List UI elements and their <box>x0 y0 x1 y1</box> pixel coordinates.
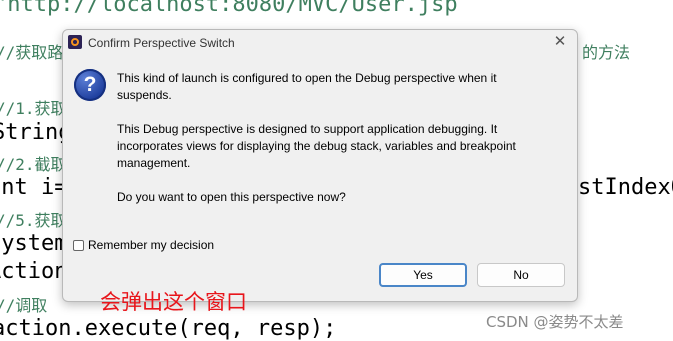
dialog-titlebar[interactable]: Confirm Perspective Switch ✕ <box>63 30 577 56</box>
question-icon: ? <box>74 69 106 101</box>
yes-button[interactable]: Yes <box>379 263 467 287</box>
code-line-action: Action <box>0 259 68 284</box>
code-line-uri-tail: stIndexO <box>578 175 673 200</box>
remember-decision-option[interactable]: Remember my decision <box>73 237 214 253</box>
remember-decision-label: Remember my decision <box>88 238 215 252</box>
confirm-perspective-dialog: Confirm Perspective Switch ✕ ? This kind… <box>62 29 578 302</box>
csdn-watermark: CSDN @姿势不太差 <box>486 313 624 331</box>
code-url-line: "http://localhost:8080/MVC/User.jsp <box>0 0 458 17</box>
no-button[interactable]: No <box>477 263 565 287</box>
message-line-3: This Debug perspective is designed to su… <box>117 122 498 136</box>
message-question: Do you want to open this perspective now… <box>117 190 346 204</box>
code-comment-get-path: //获取路 <box>0 43 64 62</box>
remember-decision-checkbox[interactable] <box>73 239 84 251</box>
code-comment-1: //1.获取 <box>0 99 67 118</box>
dialog-title: Confirm Perspective Switch <box>88 36 235 50</box>
message-line-2: suspends. <box>117 88 172 102</box>
code-comment-5: //5.获取 <box>0 211 67 230</box>
message-line-5: management. <box>117 156 191 170</box>
message-line-4: incorporates views for displaying the de… <box>117 139 516 153</box>
code-line-string: String <box>0 120 72 145</box>
close-button[interactable]: ✕ <box>549 32 571 52</box>
code-comment-get-path-tail: 的方法 <box>582 43 631 62</box>
code-comment-2: //2.截取 <box>0 155 67 174</box>
code-comment-call: //调取 <box>0 296 48 315</box>
code-line-execute: action.execute(req, resp); <box>0 316 337 341</box>
eclipse-app-icon <box>68 35 82 49</box>
annotation-text: 会弹出这个窗口 <box>100 290 247 314</box>
message-line-1: This kind of launch is configured to ope… <box>117 71 497 85</box>
